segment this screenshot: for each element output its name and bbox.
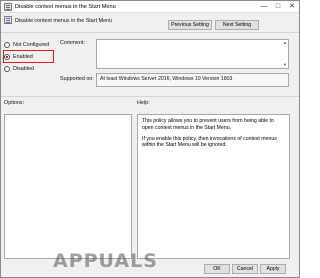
supported-on-field: At least Windows Server 2016, Windows 10… (96, 73, 289, 87)
scroll-up-icon[interactable]: ▲ (282, 40, 288, 46)
ok-button[interactable]: OK (204, 264, 230, 274)
comment-label: Comment: (60, 40, 85, 46)
help-pane: This policy allows you to prevent users … (137, 114, 290, 259)
previous-setting-button[interactable]: Previous Setting (168, 20, 212, 30)
next-setting-button[interactable]: Next Setting (215, 20, 259, 30)
radio-not-configured-label: Not Configured (13, 41, 50, 48)
cancel-button[interactable]: Cancel (232, 264, 258, 274)
help-paragraph: This policy allows you to prevent users … (142, 118, 274, 131)
header-divider (1, 32, 299, 33)
minimize-button[interactable]: — (257, 1, 271, 12)
radio-not-configured[interactable]: Not Configured (4, 40, 49, 49)
help-paragraph: If you enable this policy, then invocati… (142, 135, 277, 149)
policy-setting-icon (4, 16, 12, 24)
options-pane (4, 114, 132, 259)
close-button[interactable]: ✕ (285, 1, 299, 12)
options-label: Options: (4, 100, 25, 106)
window-title: Disable context menus in the Start Menu (15, 4, 116, 10)
policy-name: Disable context menus in the Start Menu (15, 18, 113, 24)
title-bar[interactable]: Disable context menus in the Start Menu … (1, 1, 299, 13)
comment-field[interactable]: ▲ ▼ (96, 39, 289, 69)
apply-button[interactable]: Apply (260, 264, 286, 274)
help-label: Help: (137, 100, 150, 106)
maximize-button[interactable]: □ (271, 1, 285, 12)
policy-icon (4, 3, 12, 11)
radio-disabled-circle[interactable] (4, 65, 10, 72)
supported-on-label: Supported on: (60, 76, 94, 82)
scroll-down-icon[interactable]: ▼ (282, 62, 288, 68)
radio-disabled-label: Disabled (13, 65, 34, 72)
enabled-highlight-box (3, 50, 54, 63)
policy-dialog-window: Disable context menus in the Start Menu … (0, 0, 300, 278)
watermark-logo: APPUALS (53, 250, 158, 272)
supported-on-value: At least Windows Server 2016, Windows 10… (100, 76, 233, 82)
radio-disabled[interactable]: Disabled (4, 64, 34, 73)
panes-divider (1, 96, 299, 97)
radio-not-configured-circle[interactable] (4, 41, 10, 48)
